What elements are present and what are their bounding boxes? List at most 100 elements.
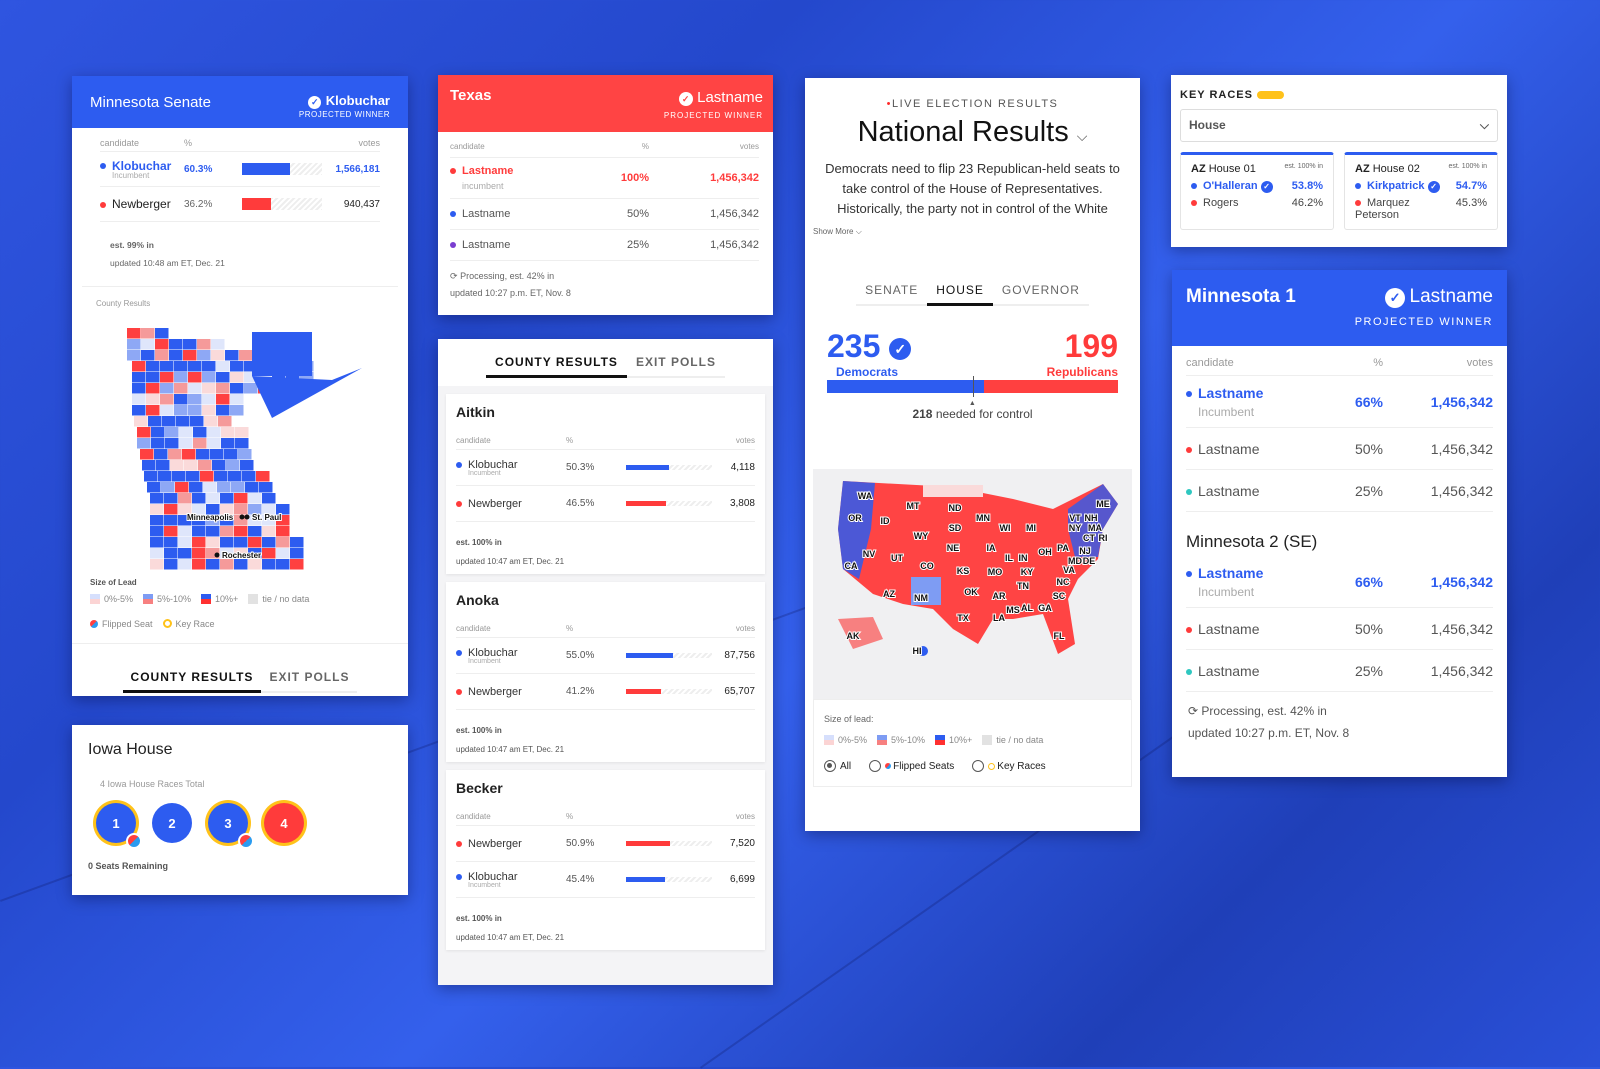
county[interactable] bbox=[188, 361, 202, 372]
county[interactable] bbox=[134, 416, 148, 427]
county[interactable] bbox=[290, 548, 304, 559]
county[interactable] bbox=[184, 460, 198, 471]
state-label[interactable]: UT bbox=[890, 552, 904, 564]
county[interactable] bbox=[252, 332, 312, 376]
county[interactable] bbox=[178, 526, 192, 537]
county[interactable] bbox=[158, 471, 172, 482]
state-label[interactable]: ID bbox=[880, 515, 892, 527]
county[interactable] bbox=[245, 482, 259, 493]
tab-county-results[interactable]: COUNTY RESULTS bbox=[486, 349, 627, 378]
state-label[interactable]: NE bbox=[946, 542, 961, 554]
county[interactable] bbox=[225, 350, 239, 361]
county[interactable] bbox=[220, 493, 234, 504]
state-label[interactable]: AZ bbox=[882, 588, 896, 600]
county[interactable] bbox=[146, 405, 160, 416]
county[interactable] bbox=[170, 460, 184, 471]
state-label[interactable]: KS bbox=[956, 565, 971, 577]
county[interactable] bbox=[216, 383, 230, 394]
tab-senate[interactable]: SENATE bbox=[856, 277, 928, 306]
county[interactable] bbox=[146, 372, 160, 383]
county[interactable] bbox=[146, 394, 160, 405]
state-label[interactable]: NY bbox=[1068, 522, 1083, 534]
state-label[interactable]: VT bbox=[1068, 512, 1082, 524]
county[interactable] bbox=[242, 471, 256, 482]
county[interactable] bbox=[234, 493, 248, 504]
state-label[interactable]: ND bbox=[948, 502, 963, 514]
county[interactable] bbox=[193, 427, 207, 438]
national-results-dropdown[interactable]: National Results ⌵ bbox=[805, 116, 1140, 149]
county[interactable] bbox=[142, 460, 156, 471]
state-label[interactable]: CA bbox=[844, 560, 859, 572]
district-circle[interactable]: 3 bbox=[208, 803, 254, 849]
county[interactable] bbox=[259, 482, 273, 493]
county[interactable] bbox=[141, 350, 155, 361]
county[interactable] bbox=[155, 350, 169, 361]
county[interactable] bbox=[155, 328, 169, 339]
county[interactable] bbox=[239, 350, 253, 361]
county[interactable] bbox=[256, 471, 270, 482]
state-label[interactable]: VA bbox=[1062, 564, 1076, 576]
state-label[interactable]: KY bbox=[1020, 566, 1035, 578]
county[interactable] bbox=[178, 493, 192, 504]
county[interactable] bbox=[165, 438, 179, 449]
county[interactable] bbox=[230, 372, 244, 383]
county[interactable] bbox=[290, 537, 304, 548]
county[interactable] bbox=[248, 493, 262, 504]
county[interactable] bbox=[188, 383, 202, 394]
county[interactable] bbox=[188, 405, 202, 416]
state-label[interactable]: DE bbox=[1082, 555, 1097, 567]
state-label[interactable]: NH bbox=[1084, 512, 1099, 524]
state-label[interactable]: WI bbox=[999, 522, 1012, 534]
county[interactable] bbox=[190, 416, 204, 427]
key-race-card[interactable]: AZ House 01 est. 100% in O'Halleran ✓ 53.8%… bbox=[1180, 152, 1334, 230]
county[interactable] bbox=[202, 383, 216, 394]
county[interactable] bbox=[168, 449, 182, 460]
county[interactable] bbox=[234, 526, 248, 537]
county[interactable] bbox=[164, 559, 178, 570]
county[interactable] bbox=[203, 482, 217, 493]
county[interactable] bbox=[132, 361, 146, 372]
county[interactable] bbox=[151, 438, 165, 449]
county[interactable] bbox=[169, 339, 183, 350]
county[interactable] bbox=[165, 427, 179, 438]
state-label[interactable]: NJ bbox=[1078, 545, 1092, 557]
state-label[interactable]: IA bbox=[986, 542, 998, 554]
county[interactable] bbox=[150, 526, 164, 537]
county[interactable] bbox=[196, 449, 210, 460]
county[interactable] bbox=[174, 405, 188, 416]
county[interactable] bbox=[220, 559, 234, 570]
county[interactable] bbox=[276, 548, 290, 559]
show-more-link[interactable]: Show More ⌵ bbox=[805, 221, 1140, 243]
county[interactable] bbox=[164, 515, 178, 526]
state-label[interactable]: OR bbox=[847, 512, 863, 524]
county[interactable] bbox=[211, 339, 225, 350]
county[interactable] bbox=[164, 504, 178, 515]
us-house-map[interactable]: WAOR IDMT NDMNWI MIMEVT NHNY MACT RIPA NJDEMDCA… bbox=[813, 469, 1132, 699]
county[interactable] bbox=[151, 427, 165, 438]
county[interactable] bbox=[150, 504, 164, 515]
minnesota-county-map[interactable]: Minneapolis St. Paul Rochester bbox=[72, 308, 408, 578]
state-label[interactable]: IN bbox=[1018, 552, 1029, 564]
county[interactable] bbox=[150, 548, 164, 559]
county[interactable] bbox=[262, 548, 276, 559]
county[interactable] bbox=[175, 482, 189, 493]
county[interactable] bbox=[230, 405, 244, 416]
tab-governor[interactable]: GOVERNOR bbox=[992, 277, 1089, 306]
state-label[interactable]: MI bbox=[1025, 522, 1037, 534]
county[interactable] bbox=[192, 493, 206, 504]
county[interactable] bbox=[202, 372, 216, 383]
state-label[interactable]: MA bbox=[1087, 522, 1103, 534]
county[interactable] bbox=[211, 350, 225, 361]
state-label[interactable]: HI bbox=[912, 645, 923, 657]
county[interactable] bbox=[174, 394, 188, 405]
county[interactable] bbox=[230, 361, 244, 372]
state-label[interactable]: AR bbox=[992, 590, 1007, 602]
county[interactable] bbox=[198, 460, 212, 471]
county[interactable] bbox=[216, 361, 230, 372]
radio-button[interactable] bbox=[824, 760, 836, 772]
state-label[interactable]: SC bbox=[1052, 590, 1067, 602]
state-label[interactable]: ME bbox=[1095, 498, 1111, 510]
county[interactable] bbox=[169, 350, 183, 361]
county[interactable] bbox=[178, 559, 192, 570]
county[interactable] bbox=[248, 537, 262, 548]
